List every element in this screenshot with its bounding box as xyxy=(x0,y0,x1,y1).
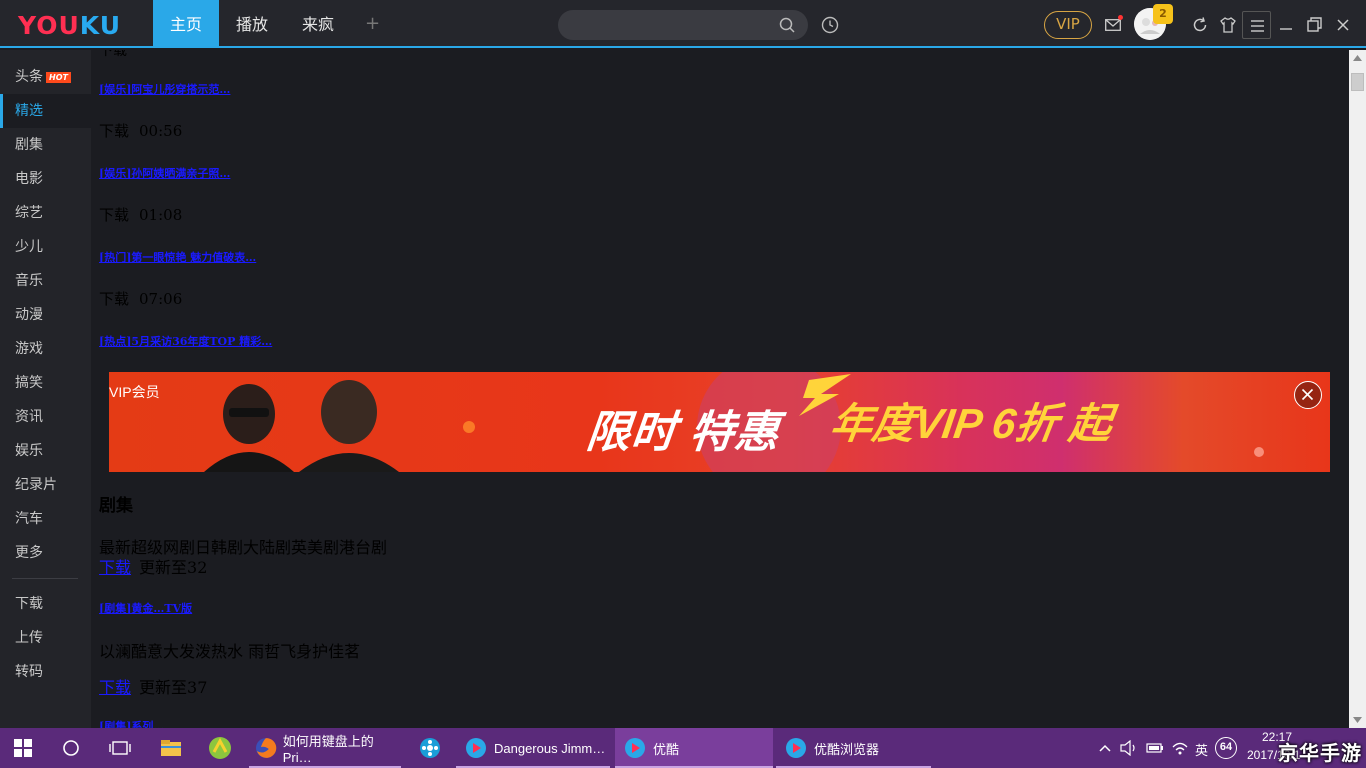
sidebar-item-series[interactable]: 剧集 xyxy=(0,128,91,162)
sidebar-item-kids[interactable]: 少儿 xyxy=(0,230,91,264)
download-link[interactable]: 下载 xyxy=(99,558,131,577)
close-icon[interactable] xyxy=(1334,16,1352,34)
banner-headline: 限时 特惠 xyxy=(583,408,783,457)
vertical-scrollbar[interactable] xyxy=(1349,50,1366,728)
sidebar-item-more[interactable]: 更多 xyxy=(0,536,91,570)
youku-icon xyxy=(625,738,645,758)
task-youku[interactable]: 优酷 xyxy=(615,728,773,768)
tray-expand-chevron-icon[interactable] xyxy=(1099,742,1111,754)
sidebar-item-entertainment[interactable]: 娱乐 xyxy=(0,434,91,468)
video-duration: 07:06 xyxy=(139,290,183,308)
video-link[interactable]: [娱乐]孙阿姨晒满亲子照… xyxy=(99,165,230,181)
search-input[interactable] xyxy=(558,10,808,40)
sidebar-item-headlines[interactable]: 头条 HOT xyxy=(0,60,91,94)
tray-badge[interactable]: 64 xyxy=(1215,737,1237,759)
file-explorer-icon[interactable] xyxy=(160,737,182,759)
task-firefox[interactable]: 如何用键盘上的Pri… xyxy=(249,728,401,768)
scroll-down-arrow-icon[interactable] xyxy=(1349,711,1366,728)
actor-silhouette-left xyxy=(204,384,294,472)
sidebar-item-documentary[interactable]: 纪录片 xyxy=(0,468,91,502)
download-label: 下载 xyxy=(99,50,127,59)
sidebar-item-transcode[interactable]: 转码 xyxy=(0,655,91,689)
download-row: 下载 01:08 xyxy=(99,206,183,224)
section-title-series: 剧集 xyxy=(99,496,133,516)
video-link[interactable]: [娱乐]阿宝儿彤穿搭示范… xyxy=(99,81,230,97)
youku-app-window: YOU KU 主页 播放 来疯 + VIP 2 头条 HOT 精选 剧集 电影 … xyxy=(0,0,1366,728)
sidebar-item-variety[interactable]: 综艺 xyxy=(0,196,91,230)
skin-shirt-icon[interactable] xyxy=(1219,16,1237,34)
sidebar-item-anime[interactable]: 动漫 xyxy=(0,298,91,332)
windows-taskbar: 如何用键盘上的Pri… Dangerous Jimm… 优酷 优酷浏览器 英 6… xyxy=(0,728,1366,768)
scroll-up-arrow-icon[interactable] xyxy=(1349,50,1366,67)
tab-home[interactable]: 主页 xyxy=(153,0,219,48)
banner-offer: 年度VIP 6折 起 xyxy=(827,400,1115,447)
add-tab-button[interactable]: + xyxy=(351,0,394,48)
sidebar-item-upload[interactable]: 上传 xyxy=(0,621,91,655)
sidebar-item-news[interactable]: 资讯 xyxy=(0,400,91,434)
sidebar-divider xyxy=(12,578,78,579)
tab-play[interactable]: 播放 xyxy=(219,0,285,48)
sidebar-item-download[interactable]: 下载 xyxy=(0,587,91,621)
sidebar-item-music[interactable]: 音乐 xyxy=(0,264,91,298)
series-link[interactable]: [剧集]系列… xyxy=(99,718,164,728)
notification-dot xyxy=(1118,15,1123,20)
vip-button[interactable]: VIP xyxy=(1044,11,1092,39)
battery-icon[interactable] xyxy=(1146,741,1164,755)
main-nav: 主页 播放 来疯 + xyxy=(153,0,394,48)
mail-icon[interactable] xyxy=(1105,19,1121,31)
top-bar: YOU KU 主页 播放 来疯 + VIP 2 xyxy=(0,0,1366,48)
menu-button[interactable] xyxy=(1242,11,1271,39)
volume-icon[interactable] xyxy=(1120,740,1138,756)
task-view-icon[interactable] xyxy=(108,739,132,757)
youku-icon xyxy=(786,738,806,758)
tab-laifeng[interactable]: 来疯 xyxy=(285,0,351,48)
minimize-icon[interactable] xyxy=(1277,16,1295,34)
youku-icon xyxy=(466,738,486,758)
video-duration: 01:08 xyxy=(139,206,183,224)
banner-close-button[interactable] xyxy=(1294,381,1322,409)
app-launcher-icon[interactable] xyxy=(208,736,232,760)
sidebar-item-games[interactable]: 游戏 xyxy=(0,332,91,366)
youku-logo[interactable]: YOU KU xyxy=(18,10,121,40)
sidebar-item-auto[interactable]: 汽车 xyxy=(0,502,91,536)
site-watermark: 京华手游 xyxy=(1278,741,1362,765)
search-icon[interactable] xyxy=(779,17,795,33)
media-player-icon[interactable] xyxy=(418,736,442,760)
wifi-icon[interactable] xyxy=(1171,740,1189,756)
firefox-icon xyxy=(255,738,277,758)
video-link[interactable]: [热门]第一眼惊艳 魅力值破表… xyxy=(99,249,256,265)
series-description: 以澜酷意大发泼热水 雨哲飞身护佳茗 xyxy=(99,642,361,661)
level-badge: 2 xyxy=(1153,4,1173,24)
download-row: 下载 00:56 xyxy=(99,122,183,140)
update-status: 更新至32 xyxy=(139,558,208,577)
series-download-row: 下载 更新至32 xyxy=(99,554,207,578)
history-clock-icon[interactable] xyxy=(821,16,839,34)
close-icon xyxy=(1301,388,1314,401)
video-duration: 00:56 xyxy=(139,122,183,140)
banner-vip-label: VIP会员 xyxy=(109,384,160,400)
main-content: 下载 [娱乐]阿宝儿彤穿搭示范… 下载 00:56 [娱乐]孙阿姨晒满亲子照… 下… xyxy=(91,50,1349,728)
download-row: 下载 07:06 xyxy=(99,290,183,308)
task-youku-video[interactable]: Dangerous Jimm… xyxy=(456,728,610,768)
sidebar-item-featured[interactable]: 精选 xyxy=(0,94,91,128)
actor-silhouette-right xyxy=(299,380,399,472)
refresh-icon[interactable] xyxy=(1191,16,1209,34)
scroll-thumb[interactable] xyxy=(1351,73,1364,91)
hot-badge: HOT xyxy=(46,72,71,83)
series-download-row: 下载 更新至37 xyxy=(99,674,207,698)
vip-promo-banner[interactable]: VIP会员 限时 特惠 年度VIP 6折 起 xyxy=(109,372,1330,472)
sidebar-item-funny[interactable]: 搞笑 xyxy=(0,366,91,400)
ime-indicator[interactable]: 英 xyxy=(1195,740,1208,759)
maximize-icon[interactable] xyxy=(1305,16,1323,34)
cortana-circle-icon[interactable] xyxy=(62,739,80,757)
sidebar-item-movies[interactable]: 电影 xyxy=(0,162,91,196)
download-link[interactable]: 下载 xyxy=(99,678,131,697)
series-link[interactable]: [剧集]黄金…TV版 xyxy=(99,600,192,616)
hamburger-menu-icon xyxy=(1251,20,1264,32)
sidebar: 头条 HOT 精选 剧集 电影 综艺 少儿 音乐 动漫 游戏 搞笑 资讯 娱乐 纪… xyxy=(0,50,91,728)
task-youku-browser[interactable]: 优酷浏览器 xyxy=(776,728,931,768)
update-status: 更新至37 xyxy=(139,678,208,697)
windows-start-icon[interactable] xyxy=(14,739,32,757)
video-link[interactable]: [热点]5月采访36年度TOP 精彩… xyxy=(99,333,272,349)
